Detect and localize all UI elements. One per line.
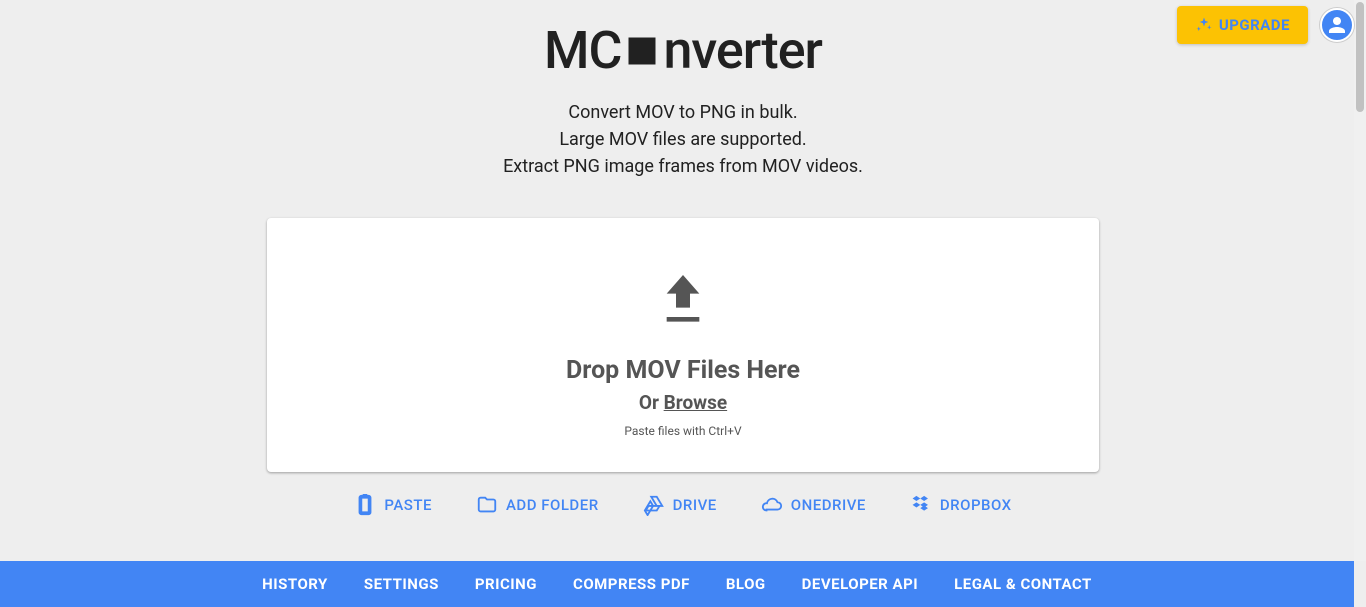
drop-or-browse: Or Browse [287,391,1079,414]
footer-legal[interactable]: LEGAL & CONTACT [954,575,1092,593]
onedrive-button[interactable]: ONEDRIVE [761,494,866,516]
drive-icon [643,494,665,516]
drop-title: Drop MOV Files Here [287,356,1079,385]
dropbox-icon [910,494,932,516]
browse-link[interactable]: Browse [664,391,728,414]
dropbox-label: DROPBOX [940,496,1012,514]
footer-api[interactable]: DEVELOPER API [802,575,919,593]
footer-settings[interactable]: SETTINGS [364,575,439,593]
paste-button[interactable]: PASTE [354,494,432,516]
drive-label: DRIVE [673,496,717,514]
upgrade-button[interactable]: UPGRADE [1177,6,1308,44]
folder-icon [476,494,498,516]
logo-text-post: nverter [663,20,821,81]
subtitle-line-3: Extract PNG image frames from MOV videos… [0,153,1366,180]
sparkle-icon [1195,16,1213,34]
logo-text-pre: MC [544,20,621,81]
person-icon [1325,13,1349,37]
footer-pricing[interactable]: PRICING [475,575,537,593]
clipboard-icon [354,494,376,516]
onedrive-label: ONEDRIVE [791,496,866,514]
logo[interactable]: MC nverter [0,20,1366,81]
dropbox-button[interactable]: DROPBOX [910,494,1012,516]
footer-nav: HISTORY SETTINGS PRICING COMPRESS PDF BL… [0,561,1354,607]
dropzone[interactable]: Drop MOV Files Here Or Browse Paste file… [267,218,1099,472]
add-folder-label: ADD FOLDER [506,496,599,514]
drop-hint: Paste files with Ctrl+V [287,424,1079,438]
upgrade-label: UPGRADE [1219,16,1290,34]
footer-history[interactable]: HISTORY [262,575,328,593]
drive-button[interactable]: DRIVE [643,494,717,516]
cloud-icon [761,494,783,516]
upload-icon [287,268,1079,328]
paste-label: PASTE [384,496,432,514]
scrollbar[interactable] [1354,0,1366,561]
account-avatar[interactable] [1320,8,1354,42]
scrollbar-thumb[interactable] [1356,2,1364,112]
footer-compress[interactable]: COMPRESS PDF [573,575,690,593]
subtitle-line-1: Convert MOV to PNG in bulk. [0,99,1366,126]
convert-icon [623,32,661,70]
footer-blog[interactable]: BLOG [726,575,766,593]
add-folder-button[interactable]: ADD FOLDER [476,494,599,516]
subtitle-line-2: Large MOV files are supported. [0,126,1366,153]
